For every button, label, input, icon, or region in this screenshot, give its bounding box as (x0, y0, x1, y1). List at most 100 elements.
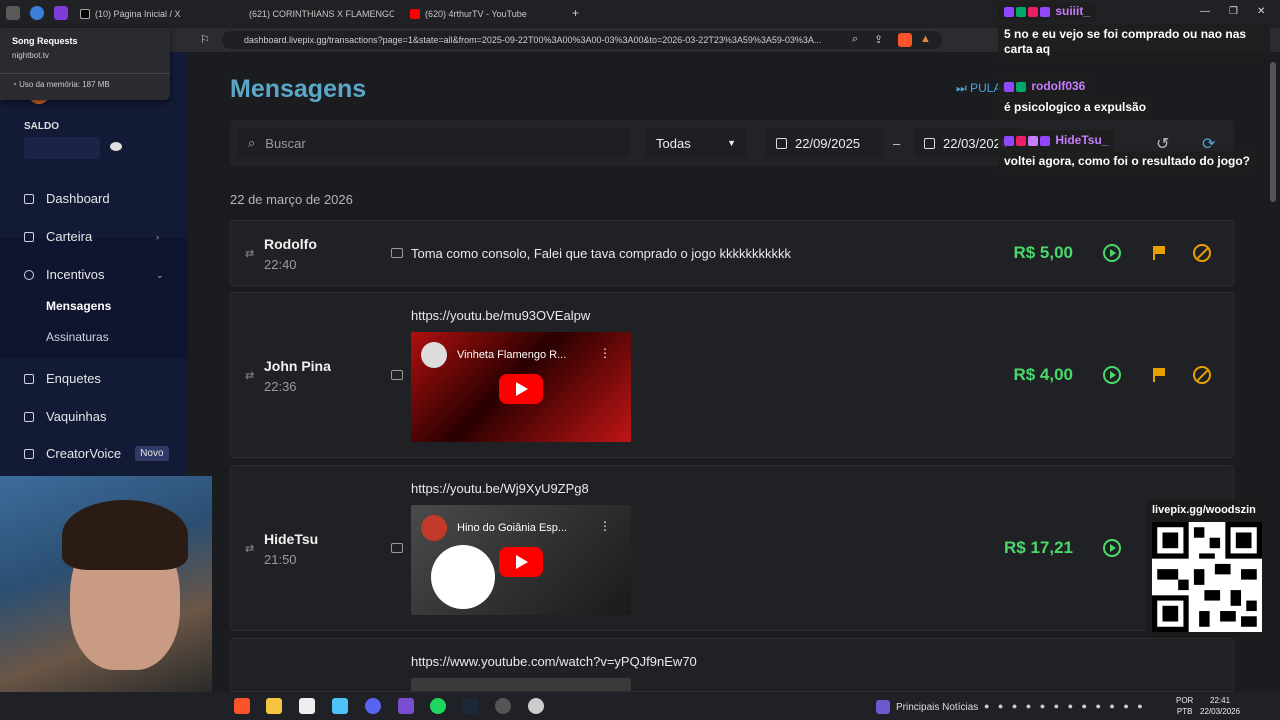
video-link[interactable]: https://youtu.be/mu93OVEalpw (411, 308, 590, 323)
group-date-header: 22 de março de 2026 (230, 192, 353, 207)
donation-amount: R$ 5,00 (1013, 243, 1073, 262)
eye-icon[interactable] (110, 142, 122, 151)
url-field[interactable]: dashboard.livepix.gg/transactions?page=1… (222, 31, 942, 49)
donation-message: Toma como consolo, Falei que tava compra… (411, 246, 792, 261)
skip-icon: ⏭ (956, 81, 971, 95)
badge-icon (1028, 6, 1038, 17)
play-icon[interactable] (1103, 539, 1121, 557)
twitch-badge-icon (1004, 81, 1014, 92)
sidebar-item-carteira[interactable]: Carteira (24, 229, 92, 244)
scrollbar[interactable] (1270, 62, 1276, 202)
chat-message: é psicologico a expulsão (998, 97, 1153, 118)
calendar-icon (924, 137, 935, 149)
app-icon[interactable] (528, 698, 544, 714)
close-icon[interactable]: ✕ (1257, 6, 1265, 17)
chat-message: 5 no e eu vejo se foi comprado ou nao na… (998, 24, 1270, 60)
badge-icon (1040, 6, 1050, 17)
memory-icon: ◔ (12, 80, 20, 89)
clock[interactable]: 22:41 22/03/2026 (1200, 695, 1240, 717)
sidebar-item-dashboard[interactable]: Dashboard (24, 191, 110, 206)
capcut-icon[interactable] (299, 698, 315, 714)
sidebar-item-incentivos[interactable]: Incentivos (24, 267, 105, 282)
balance-label: SALDO (24, 121, 59, 132)
badge-icon (1028, 135, 1038, 146)
channel-avatar (421, 515, 447, 541)
video-title: Vinheta Flamengo R... (457, 349, 567, 361)
qr-label: livepix.gg/woodszin (1152, 504, 1256, 516)
twitch-badge-icon (1004, 135, 1014, 146)
obs-icon[interactable] (495, 698, 511, 714)
caret-down-icon: ▼ (727, 138, 736, 148)
video-thumbnail[interactable]: Hino do Goiânia Esp... ⋮ (411, 505, 631, 615)
block-icon[interactable] (1193, 366, 1211, 384)
more-icon[interactable]: ⋮ (599, 346, 611, 360)
app-icon[interactable] (398, 698, 414, 714)
youtube-play-icon[interactable] (499, 547, 543, 577)
tab-youtube-4rthur[interactable]: (620) 4rthurTV - YouTube (410, 4, 560, 24)
flag-icon[interactable] (1153, 368, 1165, 382)
discord-icon[interactable] (365, 698, 381, 714)
search-input[interactable] (265, 135, 606, 151)
share-icon[interactable]: ⇪ (874, 33, 883, 46)
zoom-icon[interactable]: ⌕ (852, 33, 858, 46)
video-link[interactable]: https://youtu.be/Wj9XyU9ZPg8 (411, 481, 589, 496)
pinned-tab-nightbot[interactable] (6, 6, 20, 20)
play-icon[interactable] (1103, 366, 1121, 384)
pinned-tab-twitch[interactable] (54, 6, 68, 20)
sidebar-item-enquetes[interactable]: Enquetes (24, 371, 101, 386)
twitch-badge-icon (1004, 6, 1014, 17)
date-from-picker[interactable]: 22/09/2025 (766, 128, 884, 158)
qr-code (1152, 522, 1262, 632)
sidebar-item-creatorvoice[interactable]: CreatorVoice Novo (24, 446, 169, 461)
chat-message: voltei agora, como foi o resultado do jo… (998, 151, 1257, 172)
transaction-card: ⇄ John Pina 22:36 https://youtu.be/mu93O… (230, 292, 1234, 458)
app-icon[interactable] (332, 698, 348, 714)
restore-icon[interactable]: ❐ (1229, 6, 1238, 17)
sidebar-item-assinaturas[interactable]: Assinaturas (46, 330, 109, 344)
donation-amount: R$ 4,00 (1013, 365, 1073, 384)
more-icon[interactable]: ⋮ (599, 519, 611, 533)
donor-name: Rodolfo (264, 236, 317, 252)
popup-site: nightbot.tv (12, 51, 49, 60)
bookmark-icon[interactable]: ⚐ (200, 33, 210, 46)
brave-shields-icon[interactable] (898, 33, 912, 47)
search-icon: ⌕ (248, 135, 256, 150)
video-thumbnail[interactable]: Vinheta Flamengo R... ⋮ (411, 332, 631, 442)
language-indicator[interactable]: POR PTB (1176, 695, 1193, 717)
badge-icon (1016, 6, 1026, 17)
flag-icon[interactable] (1153, 246, 1165, 260)
youtube-play-icon[interactable] (499, 374, 543, 404)
tab-hover-popup: Song Requests nightbot.tv ◔ Uso da memór… (0, 28, 170, 100)
tab-x[interactable]: (10) Página Inicial / X (80, 4, 240, 24)
search-field[interactable]: ⌕ (238, 128, 630, 158)
brave-taskbar-icon[interactable] (234, 698, 250, 714)
video-thumbnail[interactable] (411, 678, 631, 691)
video-link[interactable]: https://www.youtube.com/watch?v=yPQJf9nE… (411, 654, 697, 669)
block-icon[interactable] (1193, 244, 1211, 262)
brave-rewards-icon[interactable]: ▲ (920, 33, 931, 45)
state-select[interactable]: Todas ▼ (646, 128, 746, 158)
badge-icon (1040, 135, 1050, 146)
calendar-icon (776, 137, 787, 149)
play-icon[interactable] (1103, 244, 1121, 262)
pinned-tab-icon[interactable] (30, 6, 44, 20)
chat-username: rodolf036 (1031, 79, 1086, 93)
donor-name: HideTsu (264, 531, 319, 547)
message-icon (391, 248, 403, 258)
system-tray-icons[interactable]: ● ● ● ● ● ● ● ● ● ● ● ● (984, 701, 1146, 711)
transaction-card: https://www.youtube.com/watch?v=yPQJf9nE… (230, 638, 1234, 692)
news-widget[interactable]: Principais Notícias (876, 700, 978, 714)
chevron-right-icon: › (156, 232, 159, 242)
chat-username-row: rodolf036 (998, 76, 1092, 97)
folder-icon[interactable] (266, 698, 282, 714)
new-tab-button[interactable]: + (572, 6, 579, 20)
sidebar-item-mensagens[interactable]: Mensagens (46, 299, 111, 313)
video-icon (391, 370, 403, 380)
transfer-icon: ⇄ (245, 370, 255, 382)
transaction-card: ⇄ Rodolfo 22:40 Toma como consolo, Falei… (230, 220, 1234, 286)
sidebar-item-vaquinhas[interactable]: Vaquinhas (24, 409, 106, 424)
spotify-icon[interactable] (430, 698, 446, 714)
tab-youtube-corinthians[interactable]: (621) CORINTHIANS X FLAMENGO | (244, 4, 394, 24)
steam-icon[interactable] (462, 698, 478, 714)
minimize-icon[interactable]: — (1200, 6, 1210, 17)
